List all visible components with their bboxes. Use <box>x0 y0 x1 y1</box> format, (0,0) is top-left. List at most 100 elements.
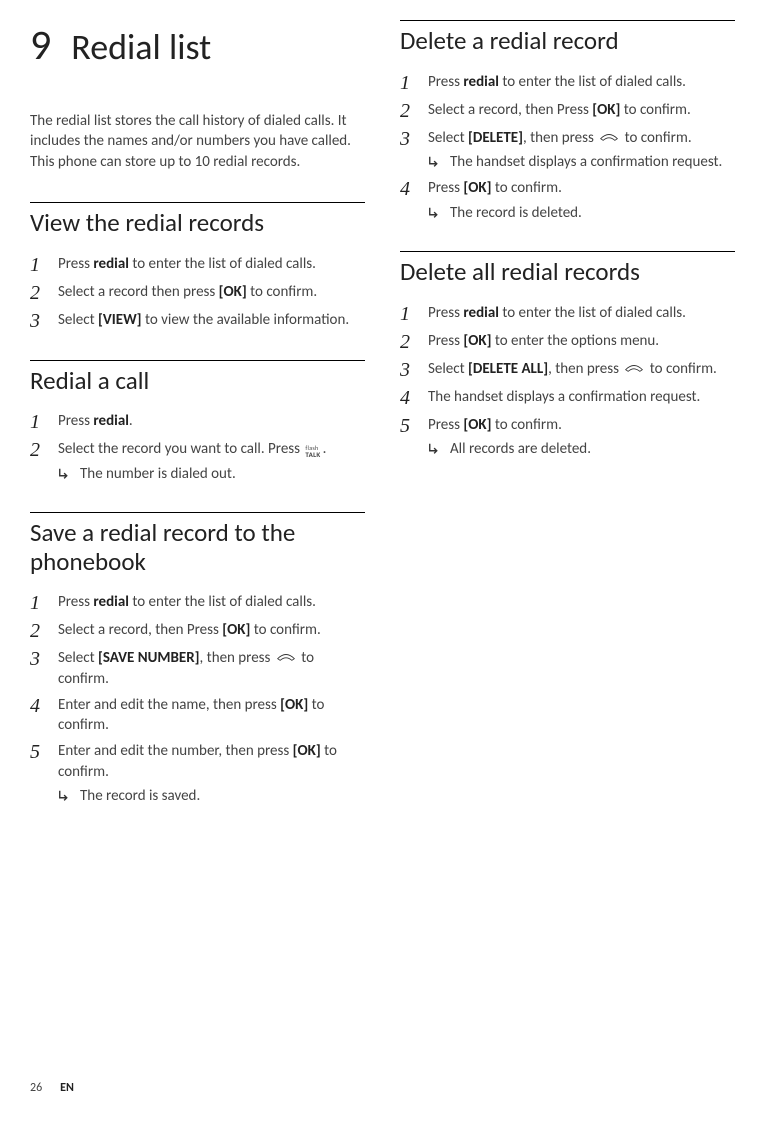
step-number: 2 <box>30 439 44 461</box>
list-item: 5 Enter and edit the number, then press … <box>30 741 365 806</box>
section-title: Delete all redial records <box>400 258 735 287</box>
list-item: 1 Press redial to enter the list of dial… <box>30 254 365 276</box>
list-item: 4 Enter and edit the name, then press [O… <box>30 695 365 736</box>
list-item: 4 The handset displays a confirmation re… <box>400 387 735 409</box>
step-number: 3 <box>400 359 414 381</box>
page-number: 26 <box>30 1081 42 1095</box>
list-item: 5 Press [OK] to confirm. All records are… <box>400 415 735 460</box>
result-text: The record is deleted. <box>428 203 735 223</box>
step-number: 2 <box>400 331 414 353</box>
step-text: Enter and edit the name, then press [OK]… <box>58 695 365 736</box>
result-text: The number is dialed out. <box>58 464 365 484</box>
list-item: 3 Select [SAVE NUMBER], then press to co… <box>30 648 365 689</box>
list-item: 4 Press [OK] to confirm. The record is d… <box>400 178 735 223</box>
section-delete-record: Delete a redial record 1 Press redial to… <box>400 20 735 223</box>
step-number: 5 <box>30 741 44 763</box>
step-list: 1 Press redial. 2 Select the record you … <box>30 411 365 484</box>
step-number: 4 <box>400 387 414 409</box>
list-item: 2 Select a record then press [OK] to con… <box>30 282 365 304</box>
step-text: Press [OK] to confirm. All records are d… <box>428 415 735 460</box>
list-item: 1 Press redial to enter the list of dial… <box>400 72 735 94</box>
step-text: Select [SAVE NUMBER], then press to conf… <box>58 648 365 689</box>
list-item: 2 Select the record you want to call. Pr… <box>30 439 365 484</box>
chapter-heading: 9 Redial list <box>30 20 365 71</box>
list-item: 2 Select a record, then Press [OK] to co… <box>30 620 365 642</box>
step-number: 5 <box>400 415 414 437</box>
step-text: Press redial to enter the list of dialed… <box>58 254 365 274</box>
list-item: 1 Press redial to enter the list of dial… <box>30 592 365 614</box>
divider <box>30 360 365 361</box>
step-list: 1 Press redial to enter the list of dial… <box>400 72 735 223</box>
step-text: Press redial to enter the list of dialed… <box>428 72 735 92</box>
section-title: Save a redial record to the phonebook <box>30 519 365 577</box>
right-column: Delete a redial record 1 Press redial to… <box>400 20 735 834</box>
list-item: 3 Select [VIEW] to view the available in… <box>30 310 365 332</box>
step-text: Select [DELETE ALL], then press to confi… <box>428 359 735 379</box>
handset-icon <box>599 132 619 142</box>
divider <box>400 20 735 21</box>
step-list: 1 Press redial to enter the list of dial… <box>30 592 365 806</box>
step-number: 2 <box>30 620 44 642</box>
section-save-record: Save a redial record to the phonebook 1 … <box>30 512 365 806</box>
step-number: 3 <box>30 648 44 670</box>
result-arrow-icon <box>58 467 72 481</box>
step-number: 1 <box>30 592 44 614</box>
language-code: EN <box>60 1081 74 1095</box>
section-title: Redial a call <box>30 367 365 396</box>
page-footer: 26 EN <box>30 1081 74 1095</box>
section-title: Delete a redial record <box>400 27 735 56</box>
result-text: The record is saved. <box>58 786 365 806</box>
list-item: 1 Press redial. <box>30 411 365 433</box>
result-arrow-icon <box>428 206 442 220</box>
divider <box>400 251 735 252</box>
step-text: Press redial. <box>58 411 365 431</box>
list-item: 1 Press redial to enter the list of dial… <box>400 303 735 325</box>
list-item: 3 Select [DELETE ALL], then press to con… <box>400 359 735 381</box>
step-text: Press [OK] to confirm. The record is del… <box>428 178 735 223</box>
step-number: 1 <box>30 254 44 276</box>
chapter-title: Redial list <box>71 25 211 69</box>
step-number: 1 <box>400 72 414 94</box>
step-number: 3 <box>400 128 414 150</box>
section-delete-all: Delete all redial records 1 Press redial… <box>400 251 735 459</box>
step-number: 2 <box>400 100 414 122</box>
result-text: The handset displays a confirmation requ… <box>428 152 735 172</box>
step-text: Enter and edit the number, then press [O… <box>58 741 365 806</box>
result-arrow-icon <box>428 155 442 169</box>
handset-icon <box>624 363 644 373</box>
chapter-number: 9 <box>30 20 51 71</box>
step-text: Select a record, then Press [OK] to conf… <box>428 100 735 120</box>
left-column: 9 Redial list The redial list stores the… <box>30 20 365 834</box>
step-list: 1 Press redial to enter the list of dial… <box>400 303 735 460</box>
section-view-records: View the redial records 1 Press redial t… <box>30 202 365 332</box>
list-item: 3 Select [DELETE], then press to confirm… <box>400 128 735 173</box>
result-text: All records are deleted. <box>428 439 735 459</box>
step-text: Select [VIEW] to view the available info… <box>58 310 365 330</box>
section-redial-call: Redial a call 1 Press redial. 2 Select t… <box>30 360 365 484</box>
result-arrow-icon <box>428 442 442 456</box>
divider <box>30 202 365 203</box>
intro-text: The redial list stores the call history … <box>30 111 365 172</box>
step-list: 1 Press redial to enter the list of dial… <box>30 254 365 332</box>
step-text: Press redial to enter the list of dialed… <box>58 592 365 612</box>
step-text: Press redial to enter the list of dialed… <box>428 303 735 323</box>
handset-icon <box>276 652 296 662</box>
list-item: 2 Press [OK] to enter the options menu. <box>400 331 735 353</box>
result-arrow-icon <box>58 789 72 803</box>
talk-button-icon: flashTALK <box>305 445 320 458</box>
step-number: 3 <box>30 310 44 332</box>
divider <box>30 512 365 513</box>
step-number: 4 <box>30 695 44 717</box>
step-text: The handset displays a confirmation requ… <box>428 387 735 407</box>
step-number: 1 <box>30 411 44 433</box>
step-text: Select a record, then Press [OK] to conf… <box>58 620 365 640</box>
list-item: 2 Select a record, then Press [OK] to co… <box>400 100 735 122</box>
step-text: Select [DELETE], then press to confirm. … <box>428 128 735 173</box>
step-number: 1 <box>400 303 414 325</box>
step-text: Press [OK] to enter the options menu. <box>428 331 735 351</box>
step-number: 4 <box>400 178 414 200</box>
section-title: View the redial records <box>30 209 365 238</box>
step-text: Select a record then press [OK] to confi… <box>58 282 365 302</box>
step-number: 2 <box>30 282 44 304</box>
step-text: Select the record you want to call. Pres… <box>58 439 365 484</box>
